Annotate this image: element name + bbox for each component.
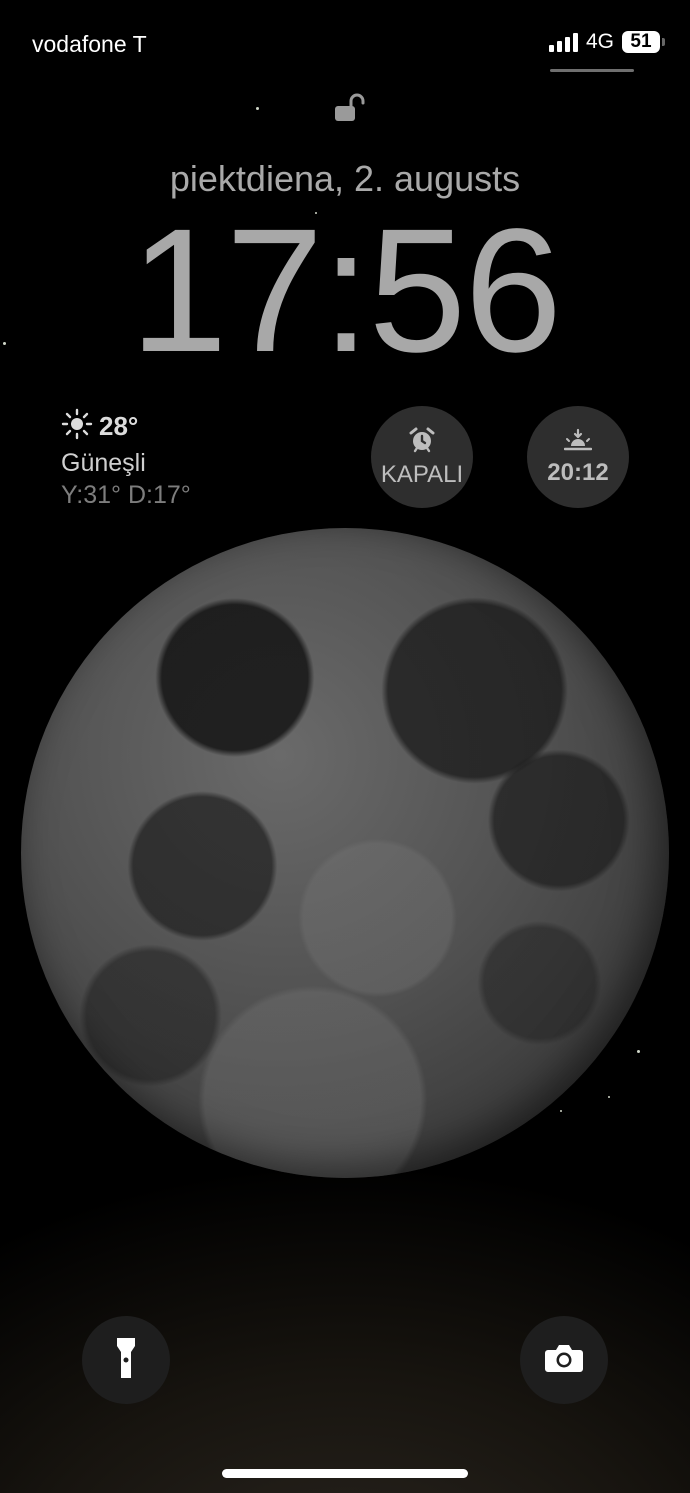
camera-button[interactable] [520, 1316, 608, 1404]
star [637, 1050, 640, 1053]
weather-temperature: 28° [99, 411, 139, 441]
weather-high-low: Y:31° D:17° [61, 481, 191, 509]
star [560, 1110, 562, 1112]
weather-condition: Güneşli [61, 449, 146, 477]
flashlight-icon [115, 1336, 137, 1385]
battery-icon: 51 [622, 31, 665, 53]
alarm-widget[interactable]: KAPALI [371, 406, 473, 508]
sunset-time: 20:12 [547, 458, 609, 486]
lock-screen-clock: 17:56 [129, 193, 562, 389]
network-type: 4G [585, 30, 614, 53]
cellular-signal-icon [548, 32, 578, 52]
unlocked-padlock-icon [333, 92, 367, 131]
camera-icon [544, 1343, 584, 1378]
weather-widget[interactable]: 28° Güneşli Y:31° D:17° [61, 408, 191, 510]
alarm-status: KAPALI [380, 460, 464, 488]
sun-icon [61, 408, 93, 445]
star [608, 1096, 610, 1098]
battery-level: 51 [630, 31, 652, 52]
home-indicator[interactable] [222, 1469, 468, 1478]
sunset-widget[interactable]: 20:12 [527, 406, 629, 508]
status-indicators: 4G 51 [548, 30, 665, 54]
carrier-name: vodafone T [32, 31, 147, 57]
star [256, 107, 259, 110]
control-center-indicator[interactable] [550, 69, 634, 72]
alarm-clock-icon [408, 426, 436, 459]
sunset-icon [563, 428, 593, 457]
flashlight-button[interactable] [82, 1316, 170, 1404]
moon-wallpaper-image [21, 528, 669, 1178]
